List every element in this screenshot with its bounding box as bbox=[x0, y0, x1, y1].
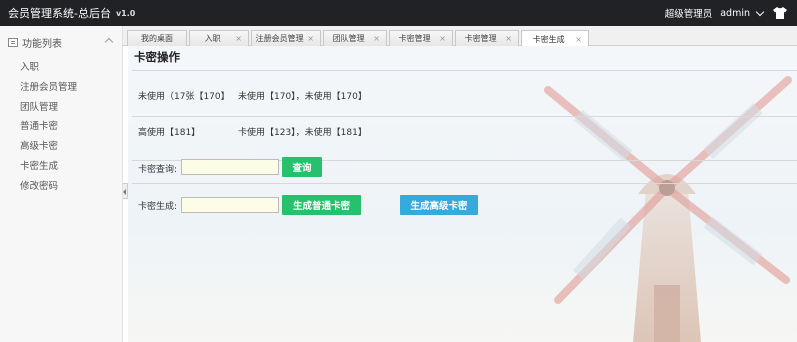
sidebar-item-normal-cards[interactable]: 普通卡密 bbox=[0, 117, 122, 137]
query-row: 卡密查询: 查询 bbox=[128, 147, 797, 184]
generate-row: 卡密生成: 生成普通卡密 生成高级卡密 bbox=[128, 184, 797, 224]
close-icon[interactable]: × bbox=[307, 34, 314, 43]
close-icon[interactable]: × bbox=[235, 34, 242, 43]
generate-label: 卡密生成: bbox=[138, 202, 178, 212]
app-version: v1.0 bbox=[115, 8, 136, 18]
tab-desktop[interactable]: 我的桌面 bbox=[127, 30, 187, 46]
chevron-down-icon[interactable] bbox=[755, 7, 765, 16]
tab-bar: 我的桌面 入职 × 注册会员管理 × 团队管理 × 卡密管理 × 卡密管理 × … bbox=[123, 26, 797, 47]
stats-unused-right: 未使用【170】，未使用【170】 bbox=[238, 92, 367, 102]
stats-row-1: 未使用（17张【170】 未使用【170】，未使用【170】 bbox=[128, 71, 797, 117]
tab-team-management[interactable]: 团队管理 × bbox=[323, 30, 387, 46]
stats-used-right: 卡使用【123】，未使用【181】 bbox=[238, 128, 367, 138]
sidebar-item-onboarding[interactable]: 入职 bbox=[0, 58, 122, 78]
card-query-input[interactable] bbox=[181, 159, 279, 175]
sidebar: 功能列表 入职 注册会员管理 团队管理 普通卡密 高级卡密 卡密生成 修改密码 bbox=[0, 26, 123, 342]
tab-card-management-1[interactable]: 卡密管理 × bbox=[389, 30, 453, 46]
sidebar-item-card-generation[interactable]: 卡密生成 bbox=[0, 157, 122, 177]
generate-normal-card-button[interactable]: 生成普通卡密 bbox=[282, 195, 361, 215]
sidebar-item-advanced-cards[interactable]: 高级卡密 bbox=[0, 137, 122, 157]
app-title: 会员管理系统-总后台 bbox=[8, 7, 111, 20]
close-icon[interactable]: × bbox=[439, 34, 446, 43]
sidebar-heading: 功能列表 bbox=[0, 26, 122, 58]
top-bar: 会员管理系统-总后台 v1.0 超级管理员 admin bbox=[0, 0, 797, 26]
tab-onboarding[interactable]: 入职 × bbox=[189, 30, 249, 46]
sidebar-heading-label: 功能列表 bbox=[22, 38, 62, 50]
close-icon[interactable]: × bbox=[575, 35, 582, 44]
tab-card-management-2[interactable]: 卡密管理 × bbox=[455, 30, 519, 46]
user-area: 超级管理员 admin bbox=[665, 0, 787, 26]
chevron-up-icon[interactable] bbox=[104, 37, 114, 47]
shirt-icon[interactable] bbox=[773, 7, 787, 19]
tab-member-management[interactable]: 注册会员管理 × bbox=[251, 30, 321, 46]
close-icon[interactable]: × bbox=[373, 34, 380, 43]
query-label: 卡密查询: bbox=[138, 165, 178, 175]
main-content: 卡密操作 未使用（17张【170】 未使用【170】，未使用【170】 高使用【… bbox=[128, 46, 797, 342]
stats-used-left: 高使用【181】 bbox=[138, 128, 201, 138]
generate-advanced-card-button[interactable]: 生成高级卡密 bbox=[400, 195, 478, 215]
panel-title: 卡密操作 bbox=[134, 50, 180, 64]
user-menu[interactable]: admin bbox=[720, 8, 750, 19]
list-icon bbox=[8, 37, 18, 47]
sidebar-item-member-management[interactable]: 注册会员管理 bbox=[0, 78, 122, 98]
sidebar-item-change-password[interactable]: 修改密码 bbox=[0, 177, 122, 197]
query-button[interactable]: 查询 bbox=[282, 157, 322, 177]
user-role: 超级管理员 bbox=[664, 9, 713, 20]
stats-unused-left: 未使用（17张【170】 bbox=[138, 92, 230, 102]
close-icon[interactable]: × bbox=[505, 34, 512, 43]
card-generate-input[interactable] bbox=[181, 197, 279, 213]
tab-card-generation[interactable]: 卡密生成 × bbox=[521, 30, 589, 47]
sidebar-item-team-management[interactable]: 团队管理 bbox=[0, 98, 122, 118]
